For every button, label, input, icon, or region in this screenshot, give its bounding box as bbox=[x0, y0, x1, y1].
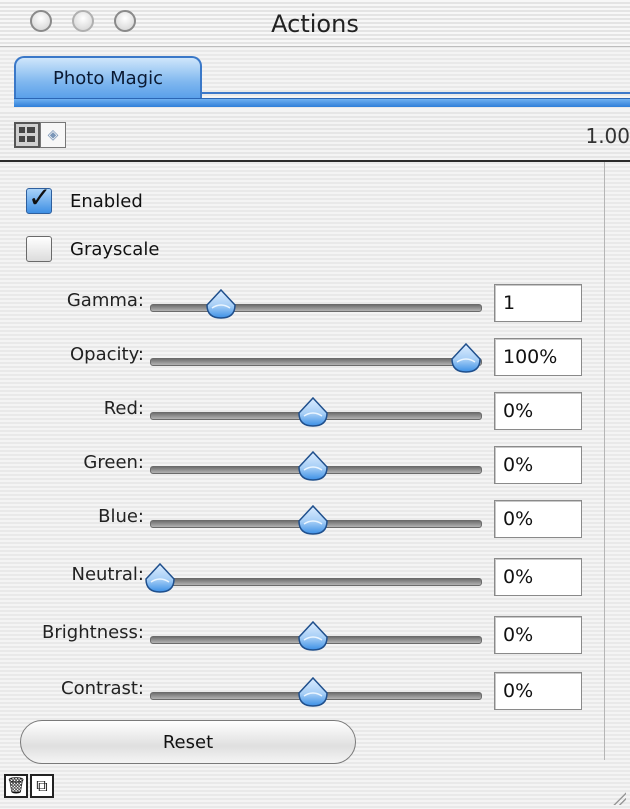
gamma-slider-row: Gamma: 1 bbox=[0, 284, 604, 324]
enabled-checkbox[interactable]: ✓ bbox=[26, 181, 52, 214]
brightness-label: Brightness: bbox=[42, 622, 144, 643]
tab-divider bbox=[200, 92, 630, 94]
opacity-value-field[interactable]: 100% bbox=[494, 338, 582, 376]
trash-icon[interactable]: 🗑 bbox=[4, 774, 28, 798]
neutral-label: Neutral: bbox=[71, 564, 144, 585]
green-label: Green: bbox=[83, 452, 144, 473]
zoom-level: 1.00 bbox=[585, 124, 630, 148]
actions-panel: ✓ Enabled Grayscale Gamma: 1 Opacity: 10… bbox=[0, 162, 605, 760]
reset-button[interactable]: Reset bbox=[20, 720, 356, 764]
contrast-slider-row: Contrast: 0% bbox=[0, 672, 604, 712]
green-slider-thumb[interactable] bbox=[296, 450, 330, 484]
checkmark-icon: ✓ bbox=[28, 181, 52, 214]
tab-underline bbox=[14, 98, 630, 107]
duplicate-icon[interactable]: ⧉ bbox=[30, 774, 54, 798]
contrast-slider-thumb[interactable] bbox=[296, 676, 330, 710]
neutral-slider-thumb[interactable] bbox=[143, 562, 177, 596]
green-value-field[interactable]: 0% bbox=[494, 446, 582, 484]
blue-value-field[interactable]: 0% bbox=[494, 500, 582, 538]
gamma-slider-thumb[interactable] bbox=[204, 288, 238, 322]
enabled-checkbox-row[interactable]: ✓ Enabled bbox=[26, 181, 143, 214]
bottom-bar: 🗑 ⧉ bbox=[0, 772, 630, 809]
red-label: Red: bbox=[103, 398, 144, 419]
red-slider-row: Red: 0% bbox=[0, 392, 604, 432]
brightness-slider-thumb[interactable] bbox=[296, 620, 330, 654]
grayscale-checkbox[interactable] bbox=[26, 236, 52, 262]
blue-label: Blue: bbox=[98, 506, 144, 527]
contrast-value-field[interactable]: 0% bbox=[494, 672, 582, 710]
opacity-slider-row: Opacity: 100% bbox=[0, 338, 604, 378]
red-slider-thumb[interactable] bbox=[296, 396, 330, 430]
opacity-slider-thumb[interactable] bbox=[449, 342, 483, 376]
enabled-label: Enabled bbox=[70, 190, 143, 212]
brightness-slider-row: Brightness: 0% bbox=[0, 616, 604, 656]
opacity-slider-track[interactable] bbox=[150, 358, 482, 366]
green-slider-row: Green: 0% bbox=[0, 446, 604, 486]
gamma-label: Gamma: bbox=[66, 290, 144, 311]
red-value-field[interactable]: 0% bbox=[494, 392, 582, 430]
blue-slider-row: Blue: 0% bbox=[0, 500, 604, 540]
grayscale-checkbox-row[interactable]: Grayscale bbox=[26, 236, 159, 262]
window-title: Actions bbox=[271, 10, 359, 38]
gamma-value-field[interactable]: 1 bbox=[494, 284, 582, 322]
blue-slider-thumb[interactable] bbox=[296, 504, 330, 538]
neutral-slider-track[interactable] bbox=[150, 578, 482, 586]
brightness-value-field[interactable]: 0% bbox=[494, 616, 582, 654]
toolbar: ◈ 1.00 bbox=[0, 110, 630, 162]
list-view-icon[interactable] bbox=[14, 122, 40, 148]
effects-icon[interactable]: ◈ bbox=[40, 122, 66, 148]
neutral-slider-row: Neutral: 0% bbox=[0, 558, 604, 598]
contrast-label: Contrast: bbox=[61, 678, 144, 699]
tab-photo-magic[interactable]: Photo Magic bbox=[14, 56, 202, 98]
opacity-label: Opacity: bbox=[70, 344, 144, 365]
tab-strip: Photo Magic bbox=[0, 50, 630, 107]
title-bar[interactable]: Actions bbox=[0, 0, 630, 47]
gamma-slider-track[interactable] bbox=[150, 304, 482, 312]
resize-grip[interactable] bbox=[612, 791, 626, 805]
grayscale-label: Grayscale bbox=[70, 238, 160, 260]
neutral-value-field[interactable]: 0% bbox=[494, 558, 582, 596]
